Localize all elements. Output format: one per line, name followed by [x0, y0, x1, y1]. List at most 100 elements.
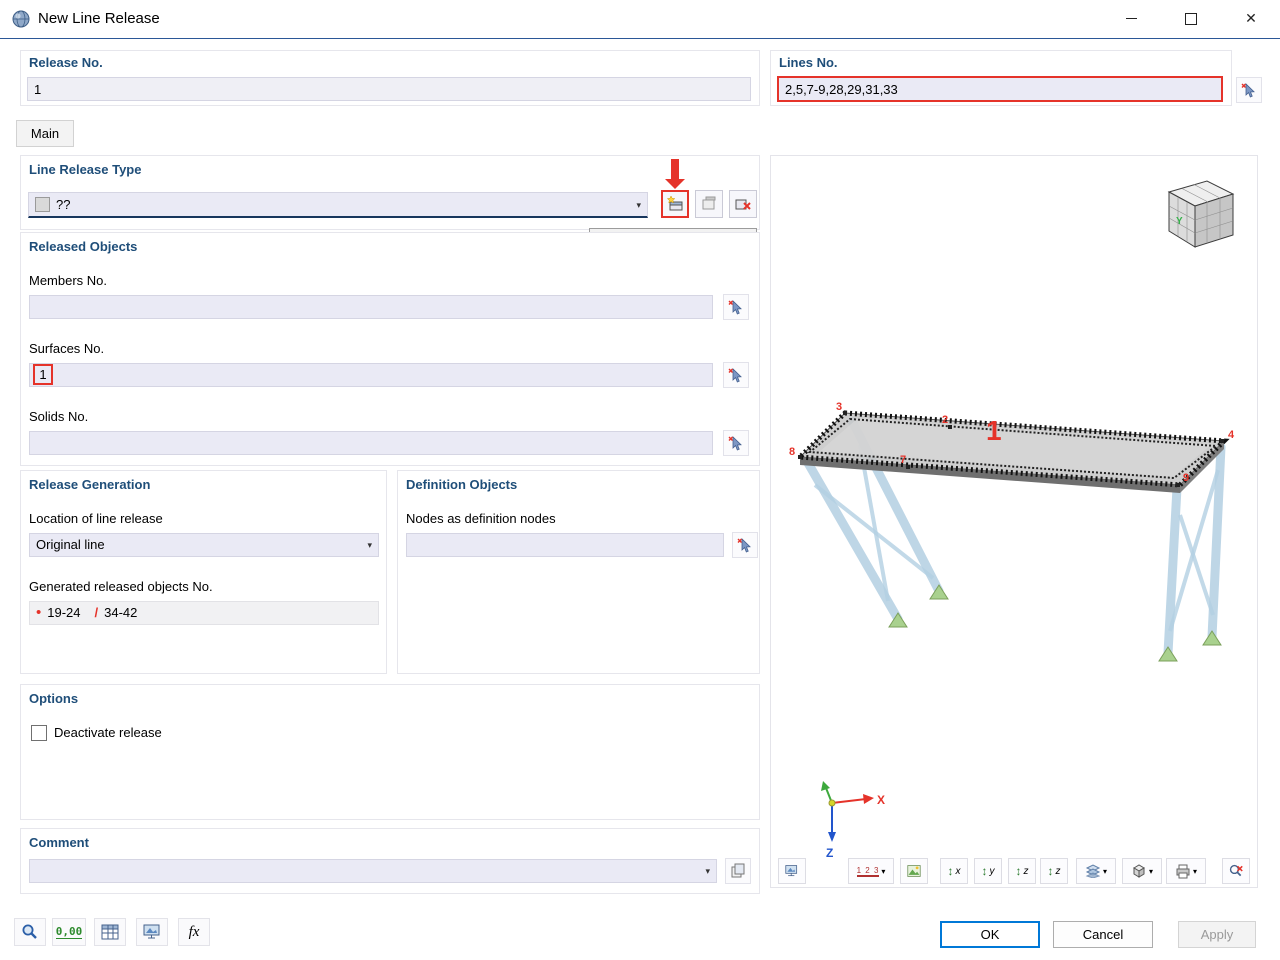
close-button[interactable]: ✕ — [1228, 0, 1274, 37]
lines-no-input[interactable] — [777, 76, 1223, 102]
definition-objects-panel: Definition Objects Nodes as definition n… — [397, 470, 760, 674]
comment-copy-button[interactable] — [725, 858, 751, 884]
layers-icon — [1085, 864, 1101, 878]
definition-nodes-label: Nodes as definition nodes — [406, 511, 556, 526]
comment-combobox[interactable]: ▾ — [29, 859, 717, 883]
delete-release-type-button[interactable] — [729, 190, 757, 218]
chevron-down-icon: ▾ — [636, 194, 641, 216]
solids-no-label: Solids No. — [29, 409, 88, 424]
surfaces-no-input[interactable]: 1 — [29, 363, 713, 387]
members-no-input[interactable] — [29, 295, 713, 319]
tab-main[interactable]: Main — [16, 120, 74, 147]
window-title: New Line Release — [38, 0, 160, 38]
chevron-down-icon: ▾ — [1103, 867, 1107, 876]
deactivate-release-checkbox[interactable] — [31, 725, 47, 741]
minimize-icon — [1126, 18, 1137, 19]
render-mode-button[interactable] — [900, 858, 928, 884]
release-generation-header: Release Generation — [29, 477, 150, 492]
generated-objects-label: Generated released objects No. — [29, 579, 213, 594]
generated-range-1: 19-24 — [47, 602, 80, 624]
axis-letter: y — [990, 866, 995, 877]
zoom-reset-button[interactable] — [1222, 858, 1250, 884]
released-line-icon: / — [95, 602, 99, 624]
updown-arrows-icon: ↕ — [1016, 864, 1022, 878]
close-icon: ✕ — [1245, 10, 1257, 27]
release-no-panel: Release No. — [20, 50, 760, 106]
display-properties-button[interactable] — [778, 858, 806, 884]
view-x-button[interactable]: ↕ x — [940, 858, 968, 884]
released-objects-panel: Released Objects Members No. Surfaces No… — [20, 232, 760, 466]
select-cursor-icon — [737, 537, 753, 553]
solids-no-input[interactable] — [29, 431, 713, 455]
updown-arrows-icon: ↕ — [982, 864, 988, 878]
comment-panel: Comment ▾ — [20, 828, 760, 894]
select-cursor-icon — [728, 367, 744, 383]
apply-button[interactable]: Apply — [1178, 921, 1256, 948]
display-settings-button[interactable] — [136, 918, 168, 946]
line-release-type-combobox[interactable]: ?? ▾ — [28, 192, 648, 218]
updown-arrows-icon: ↕ — [948, 864, 954, 878]
lines-pick-button[interactable] — [1236, 77, 1262, 103]
generated-range-2: 34-42 — [104, 602, 137, 624]
chevron-down-icon: ▾ — [1149, 867, 1153, 876]
functions-button[interactable]: fx — [178, 918, 210, 946]
deactivate-release-label: Deactivate release — [54, 725, 162, 740]
printer-icon — [1175, 864, 1191, 879]
help-search-button[interactable] — [14, 918, 46, 946]
minimize-button[interactable] — [1108, 0, 1154, 37]
display-icon — [785, 863, 799, 879]
surfaces-no-value: 1 — [39, 367, 46, 382]
options-panel: Options Deactivate release — [20, 684, 760, 820]
view-cube-button[interactable]: ▾ — [1122, 858, 1162, 884]
maximize-icon — [1185, 13, 1197, 25]
edit-in-table-button[interactable] — [94, 918, 126, 946]
fx-icon: fx — [189, 924, 200, 941]
location-combobox[interactable]: Original line ▾ — [29, 533, 379, 557]
units-icon: 0,00 — [56, 925, 83, 939]
dimensions-button[interactable]: 1 2 3 ▾ — [848, 858, 894, 884]
highlight-arrow-head — [665, 179, 685, 189]
print-button[interactable]: ▾ — [1166, 858, 1206, 884]
maximize-button[interactable] — [1168, 0, 1214, 37]
app-icon — [11, 9, 31, 32]
definition-objects-header: Definition Objects — [406, 477, 517, 492]
view-minus-z-button[interactable]: ↕ z — [1040, 858, 1068, 884]
solids-pick-button[interactable] — [723, 430, 749, 456]
new-type-icon — [666, 195, 684, 213]
highlight-arrow — [671, 159, 679, 179]
released-dot-icon: • — [36, 603, 41, 623]
magnifier-icon — [21, 923, 39, 941]
members-pick-button[interactable] — [723, 294, 749, 320]
view-y-button[interactable]: ↕ y — [974, 858, 1002, 884]
monitor-icon — [143, 924, 161, 940]
ok-button[interactable]: OK — [940, 921, 1040, 948]
delete-type-icon — [734, 195, 752, 213]
options-header: Options — [29, 691, 78, 706]
table-icon — [101, 924, 119, 940]
location-value: Original line — [36, 534, 105, 556]
copy-release-type-button[interactable] — [695, 190, 723, 218]
zoom-clear-icon — [1229, 862, 1243, 880]
updown-arrows-icon: ↕ — [1048, 864, 1054, 878]
create-new-release-type-button[interactable] — [661, 190, 689, 218]
members-no-label: Members No. — [29, 273, 107, 288]
line-release-type-header: Line Release Type — [29, 162, 141, 177]
view-z-button[interactable]: ↕ z — [1008, 858, 1036, 884]
definition-nodes-input[interactable] — [406, 533, 724, 557]
viewport[interactable] — [770, 155, 1258, 888]
release-generation-panel: Release Generation Location of line rele… — [20, 470, 387, 674]
definition-nodes-pick-button[interactable] — [732, 532, 758, 558]
cancel-button[interactable]: Cancel — [1053, 921, 1153, 948]
surfaces-pick-button[interactable] — [723, 362, 749, 388]
axis-letter: z — [1024, 866, 1029, 877]
release-no-label: Release No. — [29, 55, 103, 70]
units-settings-button[interactable]: 0,00 — [52, 918, 86, 946]
chevron-down-icon: ▾ — [881, 867, 885, 876]
release-no-input[interactable] — [27, 77, 751, 101]
chevron-down-icon: ▾ — [1193, 867, 1197, 876]
generated-objects-box: • 19-24 / 34-42 — [29, 601, 379, 625]
tab-main-label: Main — [31, 126, 59, 141]
axis-letter: z — [1056, 866, 1061, 877]
visibility-button[interactable]: ▾ — [1076, 858, 1116, 884]
copy-icon — [730, 863, 746, 879]
